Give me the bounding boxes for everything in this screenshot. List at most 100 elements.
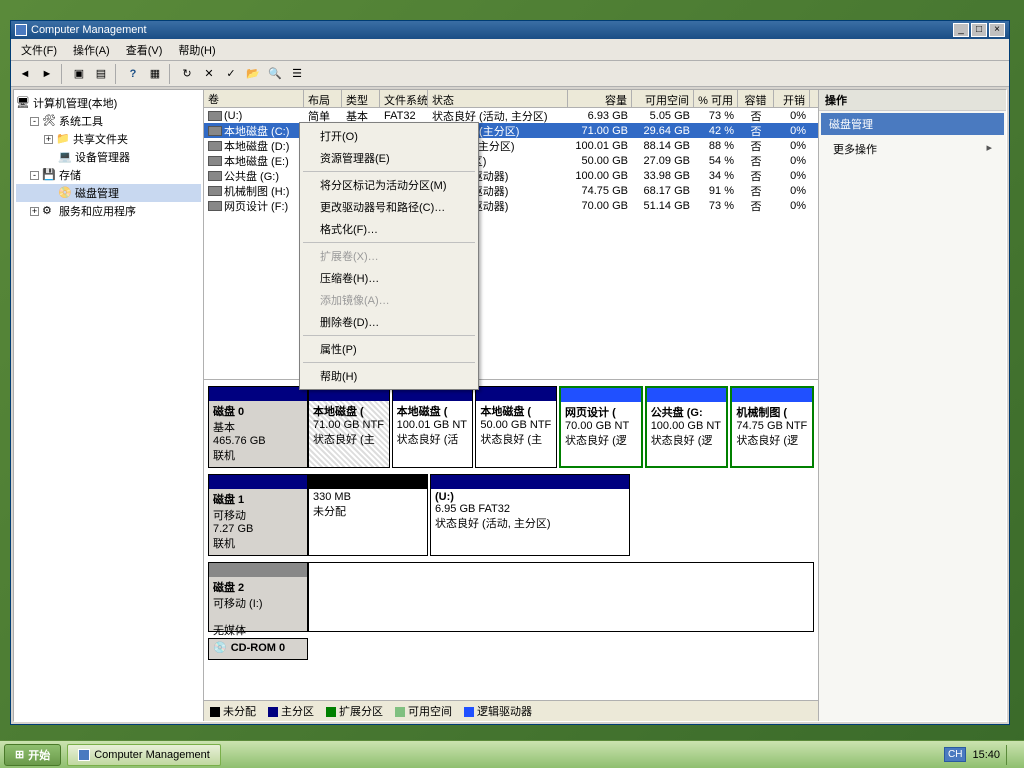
volume-row[interactable]: 网页设计 (F:)好 (逻辑驱动器)70.00 GB51.14 GB73 %否0… xyxy=(204,198,818,213)
volume-row[interactable]: 本地磁盘 (E:)好 (主分区)50.00 GB27.09 GB54 %否0% xyxy=(204,153,818,168)
forward-button[interactable]: ► xyxy=(37,64,57,84)
open-icon[interactable]: 📂 xyxy=(243,64,263,84)
hdr-free[interactable]: 可用空间 xyxy=(632,90,694,107)
hdr-percent[interactable]: % 可用 xyxy=(694,90,738,107)
menu-help[interactable]: 帮助(H) xyxy=(172,40,221,60)
show-hide-button[interactable]: ▤ xyxy=(91,64,111,84)
disk-2-row: 磁盘 2 可移动 (I:) 无媒体 xyxy=(208,562,814,632)
close-button[interactable]: × xyxy=(989,23,1005,37)
legend-extended: 扩展分区 xyxy=(326,703,383,719)
tree-disk-management[interactable]: 📀磁盘管理 xyxy=(16,184,201,202)
up-button[interactable]: ▣ xyxy=(69,64,89,84)
ctx-properties[interactable]: 属性(P) xyxy=(302,338,476,360)
disk-0-partition[interactable]: 机械制图 (74.75 GB NTF状态良好 (逻 xyxy=(730,386,814,468)
hdr-volume[interactable]: 卷 xyxy=(204,90,304,107)
disk-1-partition-u[interactable]: (U:) 6.95 GB FAT32 状态良好 (活动, 主分区) xyxy=(430,474,630,556)
actions-header: 操作 xyxy=(819,90,1006,111)
volume-icon xyxy=(208,201,222,211)
tree-device-manager[interactable]: 💻设备管理器 xyxy=(16,148,201,166)
disk-0-row: 磁盘 0 基本 465.76 GB 联机 本地磁盘 (71.00 GB NTF状… xyxy=(208,386,814,468)
volume-row[interactable]: 本地磁盘 (D:)好 (活动, 主分区)100.01 GB88.14 GB88 … xyxy=(204,138,818,153)
list-header[interactable]: 卷 布局 类型 文件系统 状态 容量 可用空间 % 可用 容错 开销 xyxy=(204,90,818,108)
tree-root[interactable]: 🖥计算机管理(本地) xyxy=(16,94,201,112)
disk-0-partition[interactable]: 本地磁盘 (71.00 GB NTF状态良好 (主 xyxy=(308,386,390,468)
legend-primary: 主分区 xyxy=(268,703,314,719)
back-button[interactable]: ◄ xyxy=(15,64,35,84)
disk-2-empty[interactable] xyxy=(308,562,814,632)
props-button[interactable]: ▦ xyxy=(145,64,165,84)
show-desktop-button[interactable] xyxy=(1006,745,1014,765)
disk-0-partition[interactable]: 网页设计 (70.00 GB NT状态良好 (逻 xyxy=(559,386,643,468)
legend-free: 可用空间 xyxy=(395,703,452,719)
ctx-help[interactable]: 帮助(H) xyxy=(302,365,476,387)
list-body[interactable]: (U:)简单基本FAT32状态良好 (活动, 主分区)6.93 GB5.05 G… xyxy=(204,108,818,379)
actions-more[interactable]: 更多操作 xyxy=(819,137,1006,161)
hdr-overhead[interactable]: 开销 xyxy=(774,90,810,107)
help-button[interactable]: ? xyxy=(123,64,143,84)
tree-pane[interactable]: 🖥计算机管理(本地) -🛠系统工具 +📁共享文件夹 💻设备管理器 -💾存储 📀磁… xyxy=(14,90,204,721)
disk-0-header[interactable]: 磁盘 0 基本 465.76 GB 联机 xyxy=(208,386,308,468)
ctx-explorer[interactable]: 资源管理器(E) xyxy=(302,147,476,169)
list-icon[interactable]: ☰ xyxy=(287,64,307,84)
search-icon[interactable]: 🔍 xyxy=(265,64,285,84)
menu-bar: 文件(F) 操作(A) 查看(V) 帮助(H) xyxy=(11,39,1009,61)
volume-row[interactable]: 公共盘 (G:)好 (逻辑驱动器)100.00 GB33.98 GB34 %否0… xyxy=(204,168,818,183)
actions-section[interactable]: 磁盘管理 xyxy=(821,113,1004,135)
cdrom-header[interactable]: 💿CD-ROM 0 xyxy=(208,638,308,660)
volume-row[interactable]: 机械制图 (H:)好 (逻辑驱动器)74.75 GB68.17 GB91 %否0… xyxy=(204,183,818,198)
tree-shared-folders[interactable]: +📁共享文件夹 xyxy=(16,130,201,148)
ctx-mark-active[interactable]: 将分区标记为活动分区(M) xyxy=(302,174,476,196)
hdr-status[interactable]: 状态 xyxy=(428,90,568,107)
tree-storage[interactable]: -💾存储 xyxy=(16,166,201,184)
menu-file[interactable]: 文件(F) xyxy=(15,40,63,60)
delete-icon[interactable]: ✕ xyxy=(199,64,219,84)
cdrom-row: 💿CD-ROM 0 xyxy=(208,638,814,660)
ctx-format[interactable]: 格式化(F)… xyxy=(302,218,476,240)
volume-row[interactable]: 本地磁盘 (C:)简单基本NTFS状态良好 (主分区)71.00 GB29.64… xyxy=(204,123,818,138)
disk-1-row: 磁盘 1 可移动 7.27 GB 联机 330 MB 未分配 xyxy=(208,474,814,556)
center-pane: 卷 布局 类型 文件系统 状态 容量 可用空间 % 可用 容错 开销 (U:)简… xyxy=(204,90,818,721)
volume-icon xyxy=(208,126,222,136)
minimize-button[interactable]: _ xyxy=(953,23,969,37)
disk-0-partition[interactable]: 本地磁盘 (100.01 GB NT状态良好 (活 xyxy=(392,386,474,468)
clock[interactable]: 15:40 xyxy=(972,749,1000,761)
ctx-change-letter[interactable]: 更改驱动器号和路径(C)… xyxy=(302,196,476,218)
hdr-layout[interactable]: 布局 xyxy=(304,90,342,107)
legend-logical: 逻辑驱动器 xyxy=(464,703,532,719)
disk-0-partition[interactable]: 本地磁盘 (50.00 GB NTF状态良好 (主 xyxy=(475,386,557,468)
disk-0-partition[interactable]: 公共盘 (G:100.00 GB NT状态良好 (逻 xyxy=(645,386,729,468)
volume-icon xyxy=(208,186,222,196)
ctx-open[interactable]: 打开(O) xyxy=(302,125,476,147)
hdr-capacity[interactable]: 容量 xyxy=(568,90,632,107)
hdr-filesystem[interactable]: 文件系统 xyxy=(380,90,428,107)
disk-2-header[interactable]: 磁盘 2 可移动 (I:) 无媒体 xyxy=(208,562,308,632)
language-indicator[interactable]: CH xyxy=(944,747,966,762)
refresh-icon[interactable]: ↻ xyxy=(177,64,197,84)
hdr-type[interactable]: 类型 xyxy=(342,90,380,107)
taskbar-app-button[interactable]: Computer Management xyxy=(67,744,221,766)
disk-graphical-view[interactable]: 磁盘 0 基本 465.76 GB 联机 本地磁盘 (71.00 GB NTF状… xyxy=(204,380,818,700)
title-bar[interactable]: Computer Management _ □ × xyxy=(11,21,1009,39)
start-button[interactable]: ⊞开始 xyxy=(4,744,61,766)
settings-icon[interactable]: ✓ xyxy=(221,64,241,84)
hdr-fault-tolerance[interactable]: 容错 xyxy=(738,90,774,107)
volume-icon xyxy=(208,111,222,121)
ctx-add-mirror: 添加镜像(A)… xyxy=(302,289,476,311)
volume-row[interactable]: (U:)简单基本FAT32状态良好 (活动, 主分区)6.93 GB5.05 G… xyxy=(204,108,818,123)
disk-1-header[interactable]: 磁盘 1 可移动 7.27 GB 联机 xyxy=(208,474,308,556)
legend-unallocated: 未分配 xyxy=(210,703,256,719)
ctx-delete[interactable]: 删除卷(D)… xyxy=(302,311,476,333)
context-menu: 打开(O) 资源管理器(E) 将分区标记为活动分区(M) 更改驱动器号和路径(C… xyxy=(299,122,479,390)
menu-view[interactable]: 查看(V) xyxy=(120,40,169,60)
maximize-button[interactable]: □ xyxy=(971,23,987,37)
app-icon xyxy=(15,24,27,36)
ctx-shrink[interactable]: 压缩卷(H)… xyxy=(302,267,476,289)
window-title: Computer Management xyxy=(31,24,147,36)
actions-pane: 操作 磁盘管理 更多操作 xyxy=(818,90,1006,721)
tree-system-tools[interactable]: -🛠系统工具 xyxy=(16,112,201,130)
tree-services-apps[interactable]: +⚙服务和应用程序 xyxy=(16,202,201,220)
volume-icon xyxy=(208,171,222,181)
volume-icon xyxy=(208,156,222,166)
menu-action[interactable]: 操作(A) xyxy=(67,40,116,60)
disk-1-unallocated[interactable]: 330 MB 未分配 xyxy=(308,474,428,556)
